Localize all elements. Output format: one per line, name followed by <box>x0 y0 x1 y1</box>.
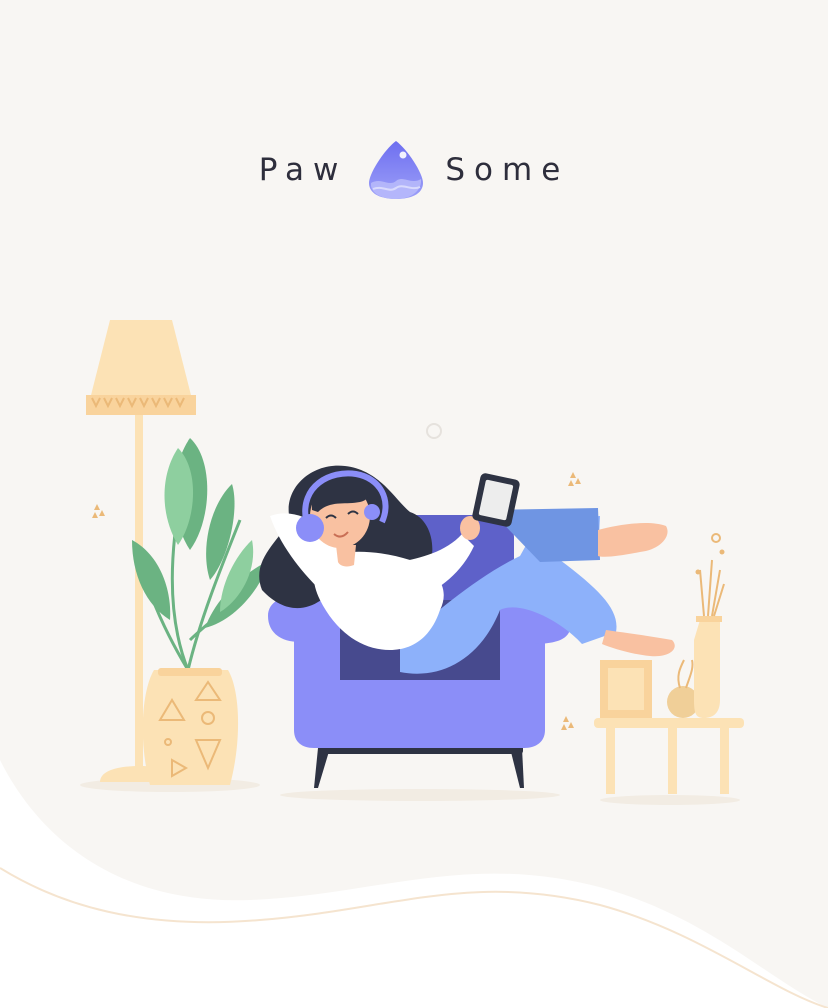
potted-plant <box>132 438 270 785</box>
hero-illustration <box>80 320 744 805</box>
chair-shadow <box>280 789 560 801</box>
side-table <box>594 533 744 794</box>
floating-bubble <box>426 423 442 439</box>
table-shadow <box>600 795 740 805</box>
splash-screen: Paw Some <box>0 0 828 1008</box>
